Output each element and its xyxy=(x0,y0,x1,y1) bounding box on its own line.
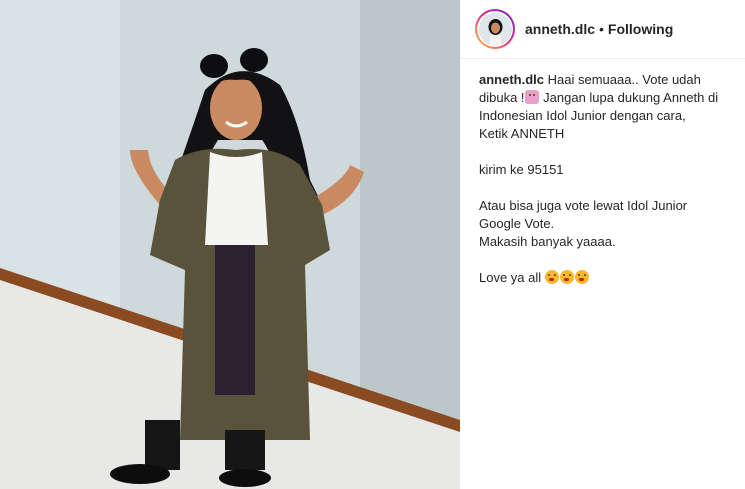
caption-text-9: Love ya all xyxy=(479,270,542,285)
caption-line-8: Makasih banyak yaaaa. xyxy=(479,234,616,249)
caption-line-5: kirim ke 95151 xyxy=(479,162,564,177)
avatar-illustration xyxy=(478,12,512,46)
kiss-face-icon xyxy=(574,270,589,284)
caption-text-2b: Jangan lupa dukung Anneth di xyxy=(539,90,719,105)
avatar-ring-inner xyxy=(477,11,513,47)
post-photo[interactable] xyxy=(0,0,460,489)
caption-text-1: Haai semuaaa.. Vote udah xyxy=(547,72,701,87)
avatar[interactable] xyxy=(475,9,515,49)
header-separator: • xyxy=(599,21,604,37)
kiss-face-icon xyxy=(559,270,574,284)
post-header: anneth.dlc • Following xyxy=(460,0,745,59)
post-sidebar: anneth.dlc • Following anneth.dlc Haai s… xyxy=(460,0,745,489)
post-photo-illustration xyxy=(0,0,460,489)
header-username-link[interactable]: anneth.dlc xyxy=(525,21,595,37)
caption-line-2: dibuka ! Jangan lupa dukung Anneth di xyxy=(479,89,741,107)
caption-text-2a: dibuka ! xyxy=(479,90,525,105)
person-raising-hand-emoji-icon xyxy=(524,90,539,104)
caption-line-7: Google Vote. xyxy=(479,216,555,231)
caption-line-9: Love ya all xyxy=(479,269,741,287)
caption-line-4: Ketik ANNETH xyxy=(479,126,565,141)
caption-username-link[interactable]: anneth.dlc xyxy=(479,72,544,87)
avatar-image xyxy=(478,12,512,46)
caption-line-1: anneth.dlc Haai semuaaa.. Vote udah xyxy=(479,71,741,89)
caption-line-3: Indonesian Idol Junior dengan cara, xyxy=(479,108,686,123)
kiss-face-icon xyxy=(544,270,559,284)
following-button[interactable]: Following xyxy=(608,21,673,37)
caption-line-6: Atau bisa juga vote lewat Idol Junior xyxy=(479,198,688,213)
post-caption: anneth.dlc Haai semuaaa.. Vote udah dibu… xyxy=(479,71,741,287)
instagram-post: anneth.dlc • Following anneth.dlc Haai s… xyxy=(0,0,745,489)
